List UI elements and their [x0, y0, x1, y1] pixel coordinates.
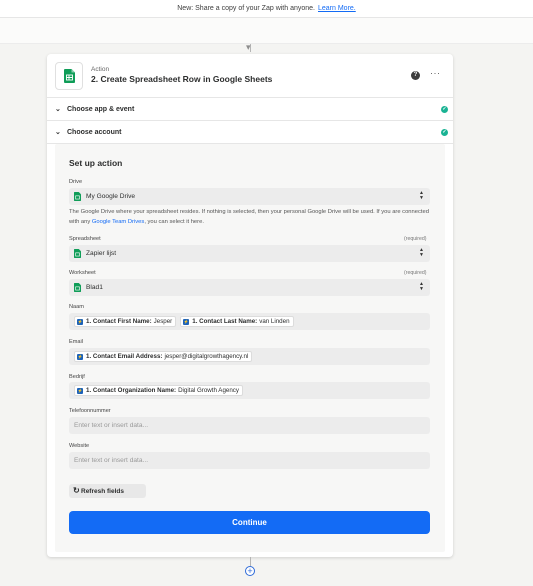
chevron-down-icon: ⌄ [55, 129, 61, 136]
check-icon: ✓ [441, 129, 448, 136]
google-sheets-icon [74, 192, 81, 201]
action-step-card: Action 2. Create Spreadsheet Row in Goog… [47, 54, 453, 557]
canvas-band [0, 18, 533, 44]
data-token[interactable]: ⚡ 1. Contact Email Address: jesper@digital… [74, 351, 253, 362]
arrow-down-icon: ▾ [246, 42, 251, 52]
select-arrows-icon: ▲ ▼ [419, 247, 424, 258]
refresh-fields-button[interactable]: ↻ Refresh fields [69, 484, 146, 498]
spreadsheet-required: (required) [404, 236, 427, 242]
data-token[interactable]: ⚡ 1. Contact Last Name: van Linden [180, 316, 294, 327]
zap-step-icon: ⚡ [77, 353, 83, 360]
step-title: 2. Create Spreadsheet Row in Google Shee… [91, 74, 273, 84]
section-choose-app-event[interactable]: ⌄ Choose app & event ✓ [47, 98, 453, 121]
google-sheets-icon [74, 283, 81, 292]
spreadsheet-value: Zapier lijst [86, 250, 117, 257]
worksheet-value: Blad1 [86, 284, 103, 291]
more-options-icon[interactable]: ··· [430, 68, 441, 78]
website-input[interactable]: Enter text or insert data... [69, 452, 430, 469]
announcement-banner: New: Share a copy of your Zap with anyon… [0, 0, 533, 18]
email-label: Email [69, 339, 83, 345]
help-icon[interactable]: ? [411, 71, 420, 80]
google-sheets-icon [55, 62, 83, 90]
telefoon-input[interactable]: Enter text or insert data... [69, 417, 430, 434]
zap-step-icon: ⚡ [77, 318, 83, 325]
data-token[interactable]: ⚡ 1. Contact First Name: Jesper [74, 316, 177, 327]
zap-step-icon: ⚡ [77, 387, 83, 394]
section-label: Choose app & event [67, 105, 135, 113]
section-choose-account[interactable]: ⌄ Choose account ✓ [47, 121, 453, 144]
data-token[interactable]: ⚡ 1. Contact Organization Name: Digital Gr… [74, 385, 243, 396]
check-icon: ✓ [441, 106, 448, 113]
telefoon-label: Telefoonnummer [69, 408, 111, 414]
section-label: Choose account [67, 128, 122, 136]
setup-title: Set up action [69, 158, 123, 168]
select-arrows-icon: ▲ ▼ [419, 190, 424, 201]
step-header[interactable]: Action 2. Create Spreadsheet Row in Goog… [47, 54, 453, 98]
chevron-down-icon: ⌄ [55, 106, 61, 113]
telefoon-placeholder: Enter text or insert data... [74, 422, 149, 429]
spreadsheet-select[interactable]: Zapier lijst ▲ ▼ [69, 245, 430, 262]
drive-help-after: , you can select it here. [144, 218, 204, 225]
refresh-label: Refresh fields [81, 487, 124, 495]
drive-select[interactable]: My Google Drive ▲ ▼ [69, 188, 430, 205]
email-field[interactable]: ⚡ 1. Contact Email Address: jesper@digital… [69, 348, 430, 365]
banner-text: New: Share a copy of your Zap with anyon… [177, 5, 315, 12]
bedrijf-label: Bedrijf [69, 374, 85, 380]
step-kind: Action [91, 66, 110, 73]
worksheet-select[interactable]: Blad1 ▲ ▼ [69, 279, 430, 296]
naam-label: Naam [69, 304, 84, 310]
website-label: Website [69, 443, 90, 449]
drive-help-text: The Google Drive where your spreadsheet … [69, 208, 433, 227]
refresh-icon: ↻ [73, 486, 80, 495]
website-placeholder: Enter text or insert data... [74, 457, 149, 464]
add-step-button[interactable]: + [245, 566, 255, 576]
zap-step-icon: ⚡ [183, 318, 190, 325]
connector-line-bottom [250, 557, 251, 566]
google-team-drives-link[interactable]: Google Team Drives [92, 219, 144, 225]
bedrijf-field[interactable]: ⚡ 1. Contact Organization Name: Digital Gr… [69, 382, 430, 399]
continue-button[interactable]: Continue [69, 511, 430, 534]
worksheet-label: Worksheet [69, 270, 96, 276]
worksheet-required: (required) [404, 270, 427, 276]
spreadsheet-label: Spreadsheet [69, 236, 101, 242]
drive-label: Drive [69, 179, 83, 185]
drive-value: My Google Drive [86, 193, 136, 200]
select-arrows-icon: ▲ ▼ [419, 281, 424, 292]
learn-more-link[interactable]: Learn More. [318, 5, 356, 12]
google-sheets-icon [74, 249, 81, 258]
naam-field[interactable]: ⚡ 1. Contact First Name: Jesper ⚡ 1. Contac… [69, 313, 430, 330]
